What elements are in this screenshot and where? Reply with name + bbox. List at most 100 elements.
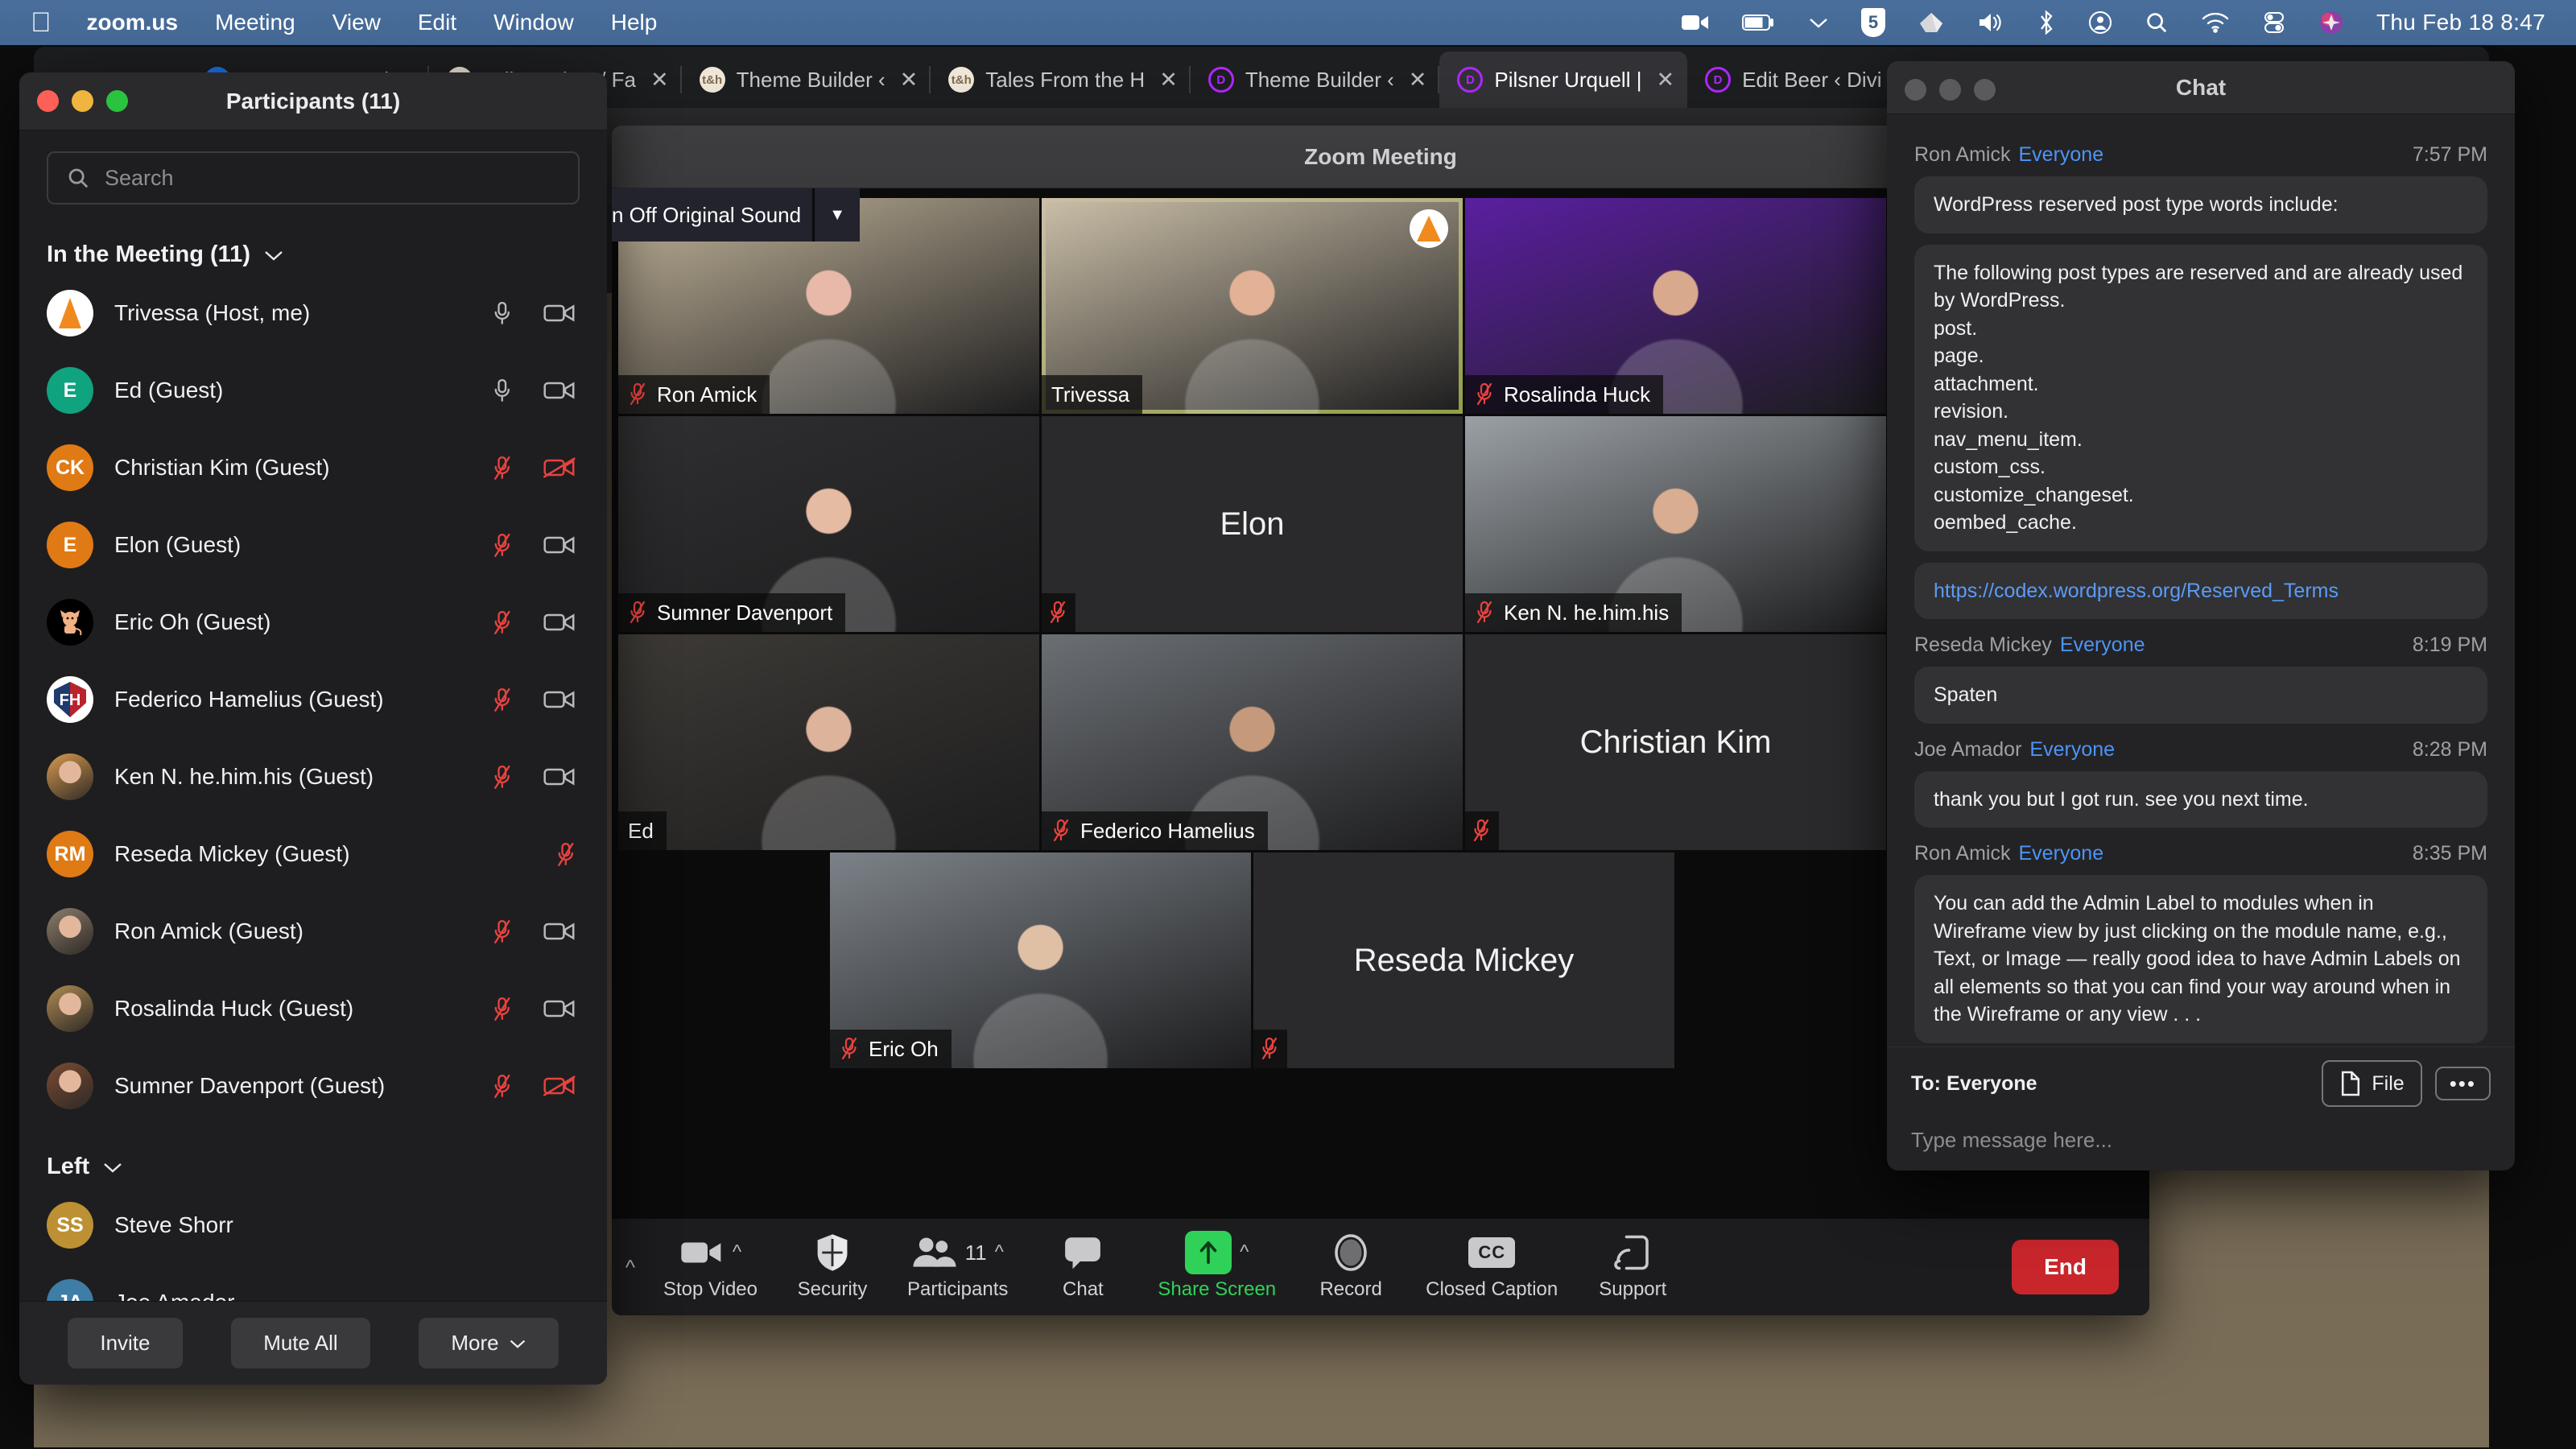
menu-item-help[interactable]: Help <box>611 10 658 35</box>
chat-recipient[interactable]: Everyone <box>2018 143 2103 167</box>
video-tile[interactable]: Trivessa <box>1042 198 1463 414</box>
participants-list[interactable]: Trivessa (Host, me) E Ed (Guest) CK Christ… <box>19 275 607 1301</box>
security-button[interactable]: Security <box>772 1233 893 1301</box>
video-tile[interactable]: Sumner Davenport <box>618 416 1039 632</box>
participant-row[interactable]: CK Christian Kim (Guest) <box>19 429 607 506</box>
participant-status-icons[interactable] <box>492 533 576 557</box>
chat-link[interactable]: https://codex.wordpress.org/Reserved_Ter… <box>1914 562 2487 619</box>
record-button[interactable]: Record <box>1290 1233 1411 1301</box>
section-left[interactable]: Left <box>19 1125 607 1187</box>
chat-recipient[interactable]: Everyone <box>2018 842 2103 865</box>
chevron-down-icon[interactable] <box>509 1338 526 1349</box>
chevron-up-icon[interactable]: ^ <box>733 1241 741 1264</box>
mute-all-button[interactable]: Mute All <box>231 1318 370 1368</box>
video-tile[interactable]: Reseda Mickey <box>1253 852 1674 1068</box>
browser-tab[interactable]: t&h Tales From the H ✕ <box>931 52 1191 108</box>
stop-video-button[interactable]: ^ Stop Video <box>649 1233 772 1301</box>
close-icon[interactable]: ✕ <box>1656 68 1674 93</box>
chat-more-button[interactable]: ••• <box>2434 1066 2491 1101</box>
chat-recipient-label[interactable]: To: Everyone <box>1911 1072 2037 1096</box>
search-input[interactable]: Search <box>47 151 580 204</box>
browser-tab[interactable]: D Pilsner Urquell | ✕ <box>1439 52 1688 108</box>
participant-status-icons[interactable] <box>492 765 576 789</box>
participant-status-icons[interactable] <box>555 842 576 866</box>
participant-row[interactable]: RM Reseda Mickey (Guest) <box>19 815 607 893</box>
volume-icon[interactable] <box>1977 11 2004 34</box>
invite-button[interactable]: Invite <box>68 1318 183 1368</box>
close-icon[interactable]: ✕ <box>1159 68 1178 93</box>
menu-item-window[interactable]: Window <box>493 10 574 35</box>
participant-status-icons[interactable] <box>492 610 576 634</box>
video-tile[interactable]: Eric Oh <box>830 852 1251 1068</box>
window-traffic-lights[interactable] <box>37 90 128 112</box>
bluetooth-icon[interactable] <box>2037 10 2056 35</box>
chat-input[interactable]: Type message here... <box>1911 1107 2491 1153</box>
participant-status-icons[interactable] <box>492 301 576 325</box>
chevron-up-icon[interactable]: ^ <box>612 1255 649 1280</box>
menu-item-zoom-us[interactable]: zoom.us <box>87 10 179 35</box>
battery-icon[interactable] <box>1742 14 1776 31</box>
video-tile[interactable]: Ken N. he.him.his <box>1465 416 1886 632</box>
participant-row[interactable]: Ken N. he.him.his (Guest) <box>19 738 607 815</box>
chat-button[interactable]: Chat <box>1022 1233 1143 1301</box>
user-account-icon[interactable] <box>2088 10 2112 35</box>
chevron-down-icon[interactable]: ▼ <box>815 188 860 242</box>
video-tile[interactable]: Federico Hamelius <box>1042 634 1463 850</box>
section-in-meeting[interactable]: In the Meeting (11) <box>19 213 607 275</box>
closed-caption-button[interactable]: CC Closed Caption <box>1411 1233 1572 1301</box>
close-icon[interactable]: ✕ <box>900 68 919 93</box>
participant-row[interactable]: Eric Oh (Guest) <box>19 584 607 661</box>
chat-traffic-lights[interactable] <box>1905 79 1996 101</box>
participant-status-icons[interactable] <box>492 456 576 480</box>
participant-row[interactable]: Sumner Davenport (Guest) <box>19 1047 607 1125</box>
dropbox-icon[interactable] <box>1918 10 1945 35</box>
browser-tab[interactable]: D Edit Beer ‹ Divi N <box>1687 52 1916 108</box>
video-tile[interactable]: Christian Kim <box>1465 634 1886 850</box>
participant-row[interactable]: E Ed (Guest) <box>19 352 607 429</box>
browser-tab[interactable]: t&h Theme Builder ‹ ✕ <box>682 52 931 108</box>
video-tile[interactable]: Rosalinda Huck <box>1465 198 1886 414</box>
minimize-icon[interactable] <box>1939 79 1961 101</box>
participant-status-icons[interactable] <box>492 687 576 712</box>
apple-logo-icon[interactable]:  <box>31 9 52 36</box>
chat-recipient[interactable]: Everyone <box>2029 738 2115 762</box>
share-screen-button[interactable]: ^ Share Screen <box>1143 1231 1290 1301</box>
chat-message-list[interactable]: Ron Amick Everyone 7:57 PM WordPress res… <box>1887 114 2515 1046</box>
participants-button[interactable]: 11 ^ Participants <box>893 1233 1022 1301</box>
menu-bar-clock[interactable]: Thu Feb 18 8:47 <box>2376 10 2545 35</box>
minimize-icon[interactable] <box>72 90 93 112</box>
chevron-down-icon[interactable] <box>102 1161 123 1174</box>
chevron-up-icon[interactable]: ^ <box>1240 1241 1249 1264</box>
close-icon[interactable]: ✕ <box>1409 68 1427 93</box>
participant-row[interactable]: Trivessa (Host, me) <box>19 275 607 352</box>
shield-5-icon[interactable]: 5 <box>1861 8 1886 37</box>
chat-recipient[interactable]: Everyone <box>2060 634 2145 657</box>
spotlight-search-icon[interactable] <box>2145 10 2169 35</box>
participant-status-icons[interactable] <box>492 1074 576 1098</box>
menu-item-meeting[interactable]: Meeting <box>215 10 295 35</box>
participant-row[interactable]: Rosalinda Huck (Guest) <box>19 970 607 1047</box>
close-icon[interactable] <box>1905 79 1926 101</box>
more-button[interactable]: More <box>419 1318 559 1368</box>
support-button[interactable]: Support <box>1572 1233 1693 1301</box>
chevron-down-icon[interactable] <box>1808 16 1829 29</box>
menu-item-view[interactable]: View <box>332 10 381 35</box>
participant-status-icons[interactable] <box>492 919 576 943</box>
video-camera-icon[interactable] <box>1681 12 1710 33</box>
chevron-down-icon[interactable] <box>263 249 284 262</box>
participant-row[interactable]: SS Steve Shorr <box>19 1187 607 1264</box>
close-icon[interactable]: ✕ <box>650 68 669 93</box>
video-tile[interactable]: Elon <box>1042 416 1463 632</box>
wifi-icon[interactable] <box>2201 12 2230 33</box>
participant-status-icons[interactable] <box>492 378 576 402</box>
video-tile[interactable]: Ed <box>618 634 1039 850</box>
chevron-up-icon[interactable]: ^ <box>995 1241 1004 1264</box>
original-sound-button[interactable]: n Off Original Sound ▼ <box>612 188 861 242</box>
menu-item-edit[interactable]: Edit <box>418 10 456 35</box>
browser-tab[interactable]: D Theme Builder ‹ ✕ <box>1191 52 1440 108</box>
maximize-icon[interactable] <box>106 90 128 112</box>
participant-row[interactable]: FH Federico Hamelius (Guest) <box>19 661 607 738</box>
siri-icon[interactable] <box>2318 10 2344 35</box>
maximize-icon[interactable] <box>1974 79 1996 101</box>
participant-row[interactable]: JA Joe Amador <box>19 1264 607 1301</box>
